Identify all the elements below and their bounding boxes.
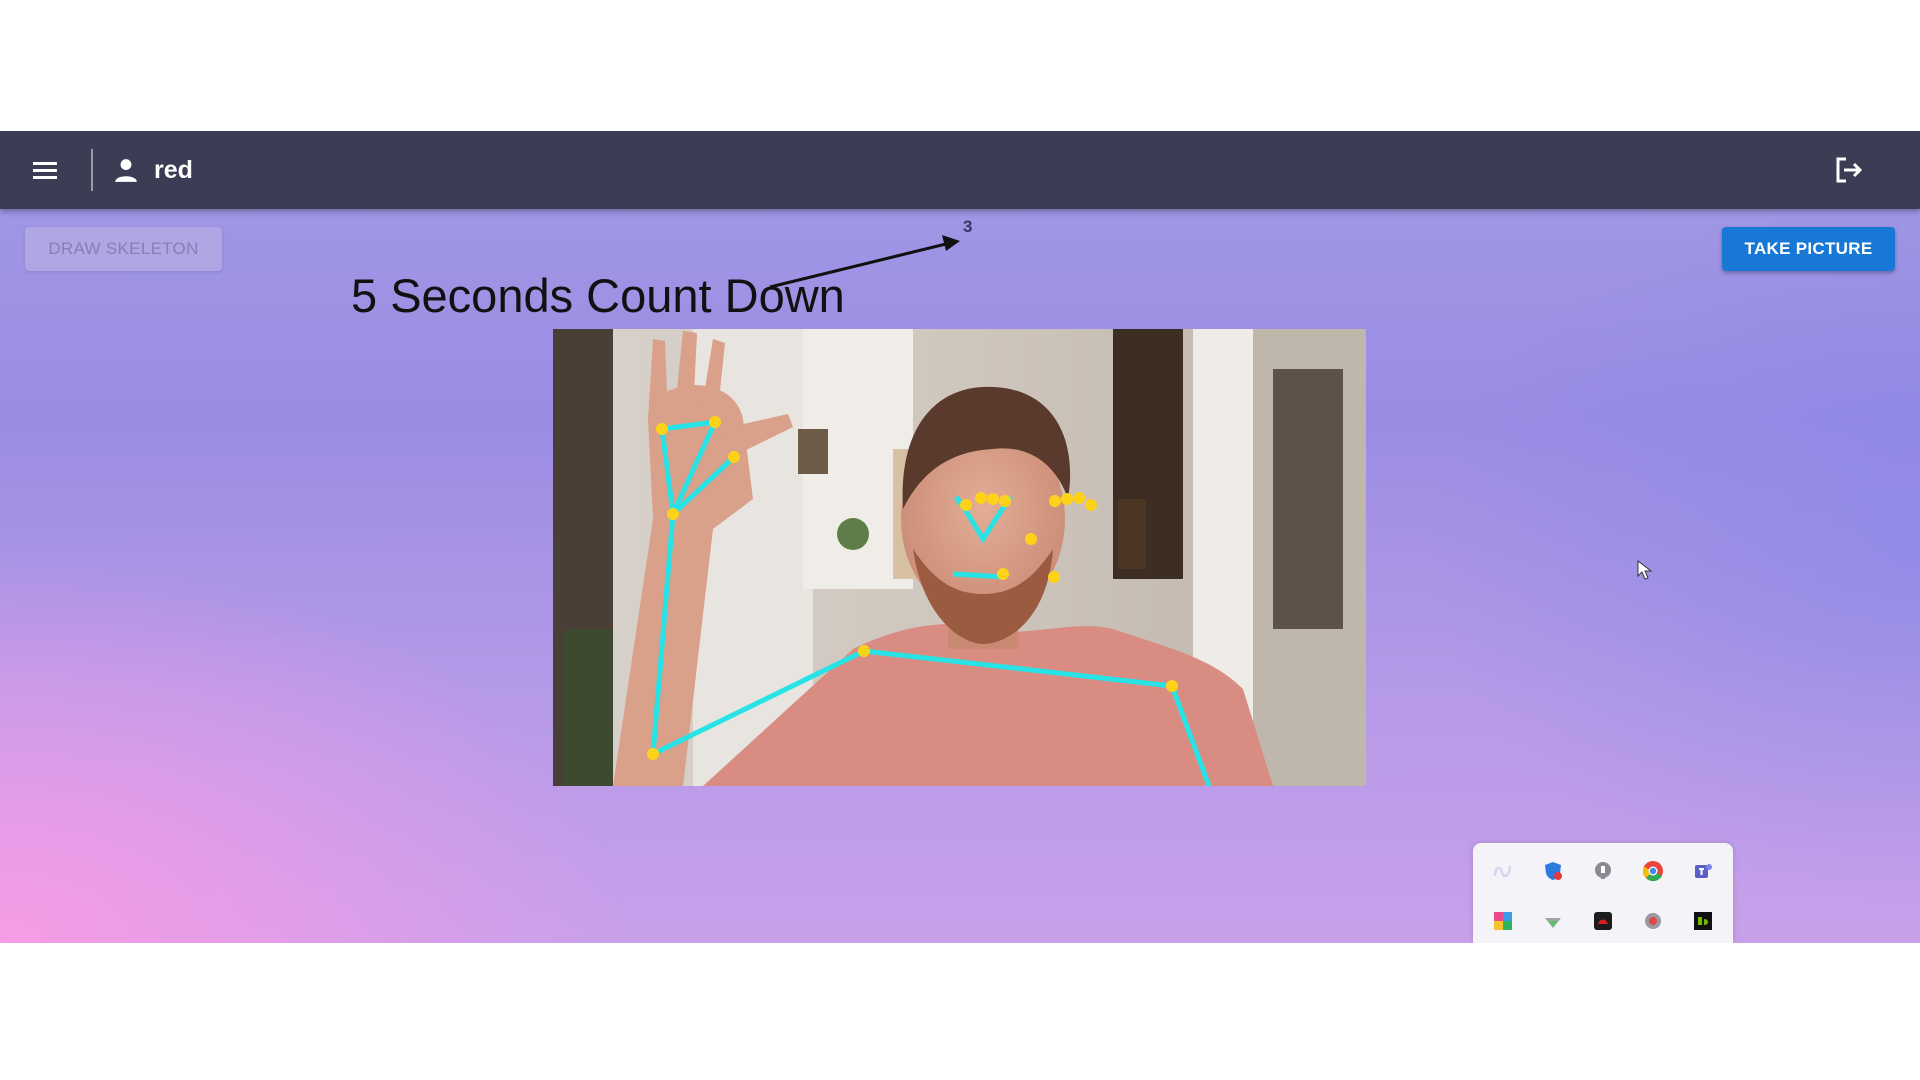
app-icon[interactable] (1491, 859, 1515, 883)
person-icon (115, 159, 137, 182)
menu-icon (33, 162, 57, 179)
skeleton-arm (650, 513, 1212, 786)
keypoint (999, 495, 1011, 507)
keypoint (709, 416, 721, 428)
webcam-feed (553, 329, 1366, 786)
keypoint (1061, 493, 1073, 505)
security-icon[interactable] (1591, 859, 1615, 883)
keypoint (987, 493, 999, 505)
settings-icon[interactable] (1641, 909, 1665, 933)
logout-button[interactable] (1824, 145, 1874, 195)
teams-icon[interactable] (1691, 859, 1715, 883)
menu-button[interactable] (20, 145, 70, 195)
pose-skeleton-overlay (647, 416, 1212, 786)
keypoint (656, 423, 668, 435)
keypoint (960, 499, 972, 511)
skeleton-palm (671, 455, 736, 516)
color-picker-icon[interactable] (1491, 909, 1515, 933)
skeleton-face (963, 509, 1004, 544)
keypoint (1048, 571, 1060, 583)
skeleton-keypoints (647, 416, 1178, 760)
shield-icon[interactable] (1541, 859, 1565, 883)
keypoint (1025, 533, 1037, 545)
nvidia-icon[interactable] (1691, 909, 1715, 933)
recorder-icon[interactable] (1591, 909, 1615, 933)
username-label: red (154, 156, 193, 184)
skeleton-lines (650, 419, 1212, 786)
keypoint (1049, 495, 1061, 507)
keypoint (975, 492, 987, 504)
keypoint (1166, 680, 1178, 692)
keypoint (1073, 492, 1085, 504)
logout-icon (1836, 157, 1863, 183)
keypoint (667, 508, 679, 520)
annotation-arrow (769, 235, 960, 289)
keypoint (1085, 499, 1097, 511)
chrome-icon[interactable] (1641, 859, 1665, 883)
network-icon[interactable] (1541, 909, 1565, 933)
keypoint (858, 645, 870, 657)
take-picture-button[interactable]: TAKE PICTURE (1722, 227, 1895, 271)
keypoint (728, 451, 740, 463)
toolbar-divider (91, 149, 93, 191)
top-app-bar: red (0, 131, 1920, 209)
keypoint (997, 568, 1009, 580)
keypoint (647, 748, 659, 760)
draw-skeleton-button[interactable]: DRAW SKELETON (25, 227, 222, 271)
mouse-cursor-icon (1637, 560, 1653, 580)
app-window: red DRAW SKELETON TAKE PICTURE 3 5 Secon… (0, 131, 1920, 943)
system-tray-overflow (1473, 843, 1733, 943)
